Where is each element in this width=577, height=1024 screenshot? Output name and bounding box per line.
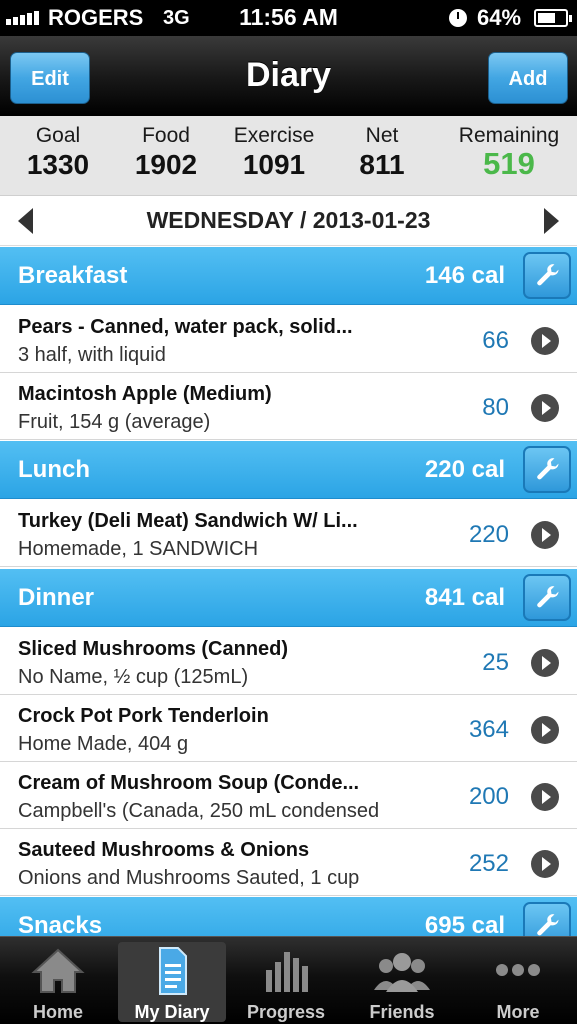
food-detail: No Name, ½ cup (125mL): [18, 666, 249, 688]
wrench-icon[interactable]: [523, 252, 571, 299]
tab-progress[interactable]: Progress: [232, 942, 340, 1022]
status-bar: ROGERS 3G 11:56 AM 64%: [0, 0, 577, 36]
meal-name: Dinner: [18, 584, 95, 611]
food-entry[interactable]: Sliced Mushrooms (Canned) No Name, ½ cup…: [0, 628, 577, 695]
date-navigator: WEDNESDAY / 2013-01-23: [0, 196, 577, 246]
meal-header-breakfast: Breakfast 146 cal: [0, 247, 577, 305]
battery-icon: [534, 9, 572, 27]
summary-exercise: Exercise 1091: [228, 124, 320, 181]
summary-label: Remaining: [458, 124, 560, 147]
food-name: Macintosh Apple (Medium): [18, 383, 272, 405]
food-calories: 25: [482, 649, 509, 676]
tab-home[interactable]: Home: [4, 942, 112, 1022]
food-entry[interactable]: Crock Pot Pork Tenderloin Home Made, 404…: [0, 695, 577, 762]
summary-label: Food: [142, 124, 190, 147]
alarm-clock-icon: [449, 9, 467, 27]
food-entry[interactable]: Pears - Canned, water pack, solid... 3 h…: [0, 306, 577, 373]
wrench-icon[interactable]: [523, 446, 571, 493]
food-entry[interactable]: Sauteed Mushrooms & Onions Onions and Mu…: [0, 829, 577, 896]
food-detail: Onions and Mushrooms Sauted, 1 cup: [18, 867, 360, 889]
wrench-icon[interactable]: [523, 574, 571, 621]
food-name: Pears - Canned, water pack, solid...: [18, 316, 353, 338]
food-entry[interactable]: Turkey (Deli Meat) Sandwich W/ Li... Hom…: [0, 500, 577, 567]
navigation-bar: Edit Diary Add: [0, 36, 577, 116]
chevron-right-icon[interactable]: [531, 783, 559, 811]
diary-icon: [159, 947, 187, 995]
chevron-right-icon[interactable]: [531, 327, 559, 355]
summary-value: 1330: [26, 149, 90, 180]
tab-friends[interactable]: Friends: [348, 942, 456, 1022]
meal-calories: 220 cal: [424, 456, 505, 483]
summary-value: 811: [359, 149, 405, 180]
food-name: Cream of Mushroom Soup (Conde...: [18, 772, 360, 794]
progress-icon: [266, 952, 308, 992]
food-name: Sauteed Mushrooms & Onions: [18, 839, 310, 861]
friends-icon: [374, 953, 430, 992]
summary-value: 1091: [242, 149, 306, 180]
summary-value: 1902: [134, 149, 198, 180]
food-detail: 3 half, with liquid: [18, 344, 166, 366]
next-day-icon[interactable]: [544, 208, 559, 234]
chevron-right-icon[interactable]: [531, 649, 559, 677]
food-name: Crock Pot Pork Tenderloin: [18, 705, 269, 727]
meal-name: Breakfast: [18, 262, 128, 289]
summary-label: Net: [365, 124, 399, 147]
chevron-right-icon[interactable]: [531, 850, 559, 878]
home-icon: [31, 948, 85, 993]
tab-my-diary[interactable]: My Diary: [118, 942, 226, 1022]
summary-remaining: Remaining 519: [452, 124, 566, 182]
summary-value: 519: [483, 146, 535, 181]
chevron-right-icon[interactable]: [531, 521, 559, 549]
battery-percent: 64%: [477, 5, 522, 30]
food-detail: Home Made, 404 g: [18, 733, 189, 755]
meal-header-dinner: Dinner 841 cal: [0, 569, 577, 627]
tab-label: My Diary: [134, 1002, 210, 1022]
calorie-summary: Goal 1330 Food 1902 Exercise 1091 Net 81…: [0, 116, 577, 196]
food-entry[interactable]: Cream of Mushroom Soup (Conde... Campbel…: [0, 762, 577, 829]
tab-label: More: [496, 1002, 540, 1022]
summary-food: Food 1902: [130, 124, 202, 181]
food-detail: Fruit, 154 g (average): [18, 411, 211, 433]
meal-calories: 146 cal: [424, 262, 505, 289]
tab-label: Friends: [369, 1002, 435, 1022]
food-name: Turkey (Deli Meat) Sandwich W/ Li...: [18, 510, 358, 532]
food-name: Sliced Mushrooms (Canned): [18, 638, 289, 660]
food-calories: 200: [468, 783, 509, 810]
tab-bar: Home My Diary Progress Friends More: [0, 936, 577, 1024]
food-detail: Homemade, 1 SANDWICH: [18, 538, 259, 560]
food-detail: Campbell's (Canada, 250 mL condensed: [18, 800, 380, 822]
tab-more[interactable]: More: [464, 942, 572, 1022]
tab-label: Home: [32, 1002, 83, 1022]
meal-header-lunch: Lunch 220 cal: [0, 441, 577, 499]
summary-label: Goal: [35, 124, 81, 147]
summary-label: Exercise: [233, 124, 315, 147]
summary-net: Net 811: [350, 124, 414, 181]
food-calories: 252: [468, 850, 509, 877]
diary-date: WEDNESDAY / 2013-01-23: [146, 207, 431, 233]
food-entry[interactable]: Macintosh Apple (Medium) Fruit, 154 g (a…: [0, 373, 577, 440]
food-calories: 80: [482, 394, 509, 421]
summary-goal: Goal 1330: [22, 124, 94, 181]
tab-label: Progress: [246, 1002, 326, 1022]
food-calories: 66: [482, 327, 509, 354]
chevron-right-icon[interactable]: [531, 394, 559, 422]
add-button[interactable]: Add: [488, 52, 568, 104]
meal-calories: 841 cal: [424, 584, 505, 611]
chevron-right-icon[interactable]: [531, 716, 559, 744]
food-calories: 220: [468, 521, 509, 548]
more-icon: [496, 964, 540, 976]
meal-name: Lunch: [18, 456, 90, 483]
food-calories: 364: [468, 716, 509, 743]
